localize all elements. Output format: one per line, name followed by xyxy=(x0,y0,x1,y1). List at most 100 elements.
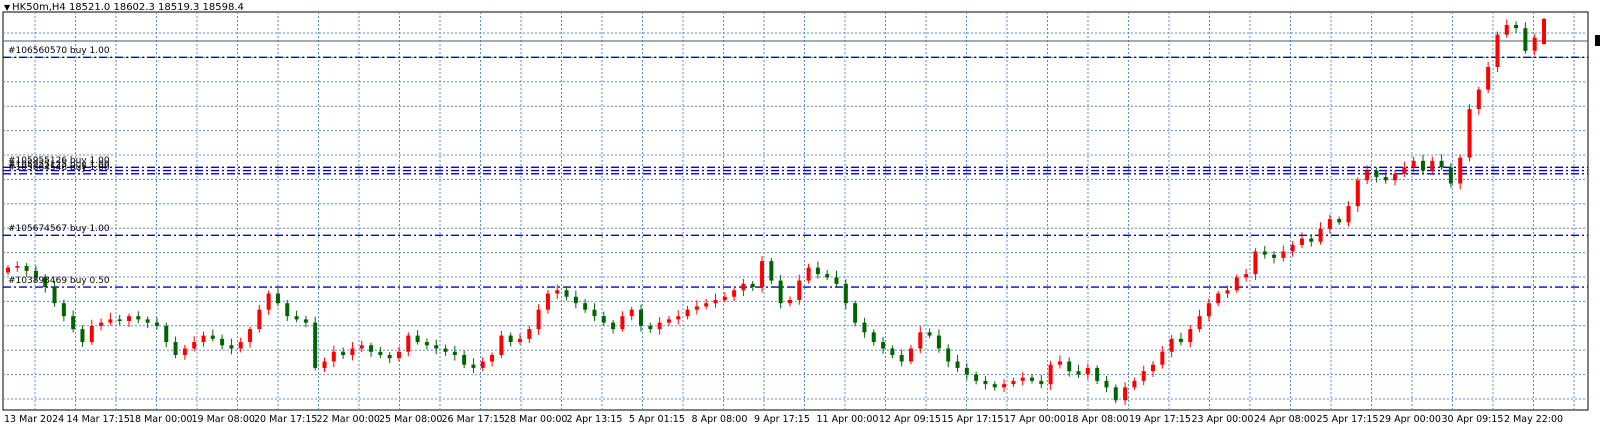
candle-body xyxy=(1030,377,1034,381)
candle-body xyxy=(583,303,588,310)
candle-body xyxy=(713,299,718,304)
order-label: #105664548 buy 1.00 xyxy=(8,162,110,173)
candle-body xyxy=(834,277,839,284)
x-axis-label: 26 Mar 17:15 xyxy=(441,414,505,425)
candle-body xyxy=(825,274,830,278)
x-axis-label: 23 Apr 00:00 xyxy=(1191,414,1254,425)
candle-body xyxy=(918,332,923,349)
x-axis-label: 17 Apr 00:00 xyxy=(1004,414,1066,425)
candle-body xyxy=(1225,290,1230,294)
x-axis-label: 9 Apr 17:15 xyxy=(754,414,810,425)
candle-body xyxy=(1206,303,1211,317)
candle-body xyxy=(1151,364,1156,372)
candle xyxy=(769,257,774,285)
candle-body xyxy=(1299,238,1304,245)
candle-body xyxy=(266,293,271,310)
candle-body xyxy=(1439,160,1444,168)
candle-body xyxy=(490,354,495,362)
candle-body xyxy=(1188,329,1193,343)
candle-body xyxy=(480,361,485,368)
candle-body xyxy=(629,309,634,317)
x-axis-label: 2 Apr 13:15 xyxy=(566,414,623,425)
candle-body xyxy=(1318,228,1323,242)
candle-body xyxy=(676,316,681,320)
caret-down-icon[interactable]: ▼ xyxy=(4,3,10,12)
candle-body xyxy=(1011,380,1016,385)
x-axis-label: 18 Mar 00:00 xyxy=(129,414,193,425)
candle-body xyxy=(946,348,951,362)
candle-body xyxy=(1542,18,1546,45)
candle-body xyxy=(806,267,811,281)
x-axis-label: 18 Apr 08:00 xyxy=(1066,414,1129,425)
candle-body xyxy=(797,280,802,300)
candle-body xyxy=(815,267,820,275)
candle-body xyxy=(964,367,969,375)
order-label: #106560570 buy 1.00 xyxy=(8,46,110,57)
candle-body xyxy=(1495,34,1500,68)
candle-body xyxy=(1365,170,1370,181)
candle-body xyxy=(1234,277,1239,291)
candle-body xyxy=(1448,167,1453,184)
candle-body xyxy=(80,329,85,343)
chart-title-text: HK50m,H4 18521.0 18602.3 18519.3 18598.4 xyxy=(12,2,244,13)
candle-body xyxy=(173,342,178,355)
candle-body xyxy=(1402,167,1407,174)
candle-body xyxy=(1486,67,1491,90)
candle xyxy=(1495,31,1500,73)
candle-body xyxy=(899,354,904,362)
candle-body xyxy=(396,351,401,359)
candle-body xyxy=(452,351,457,355)
candle-body xyxy=(1523,28,1528,51)
candle-body xyxy=(1420,160,1425,171)
candle-body xyxy=(890,348,895,355)
candle-body xyxy=(1057,361,1062,365)
candle-body xyxy=(974,374,979,381)
candle-body xyxy=(1281,251,1286,258)
candle-body xyxy=(1169,338,1174,352)
candle-body xyxy=(313,322,318,368)
candle-body xyxy=(1048,364,1053,385)
x-axis-label: 22 Mar 00:00 xyxy=(316,414,380,425)
candle-body xyxy=(787,299,792,304)
candle-body xyxy=(294,316,299,320)
candle-body xyxy=(136,316,141,320)
candle-body xyxy=(1355,180,1360,207)
candle-body xyxy=(1104,380,1109,388)
candle-body xyxy=(1383,177,1388,181)
candle-body xyxy=(117,319,122,322)
x-axis-label: 12 Apr 09:15 xyxy=(879,414,941,425)
candle-body xyxy=(955,361,960,368)
candle-body xyxy=(843,283,848,304)
candle-body xyxy=(1076,371,1081,375)
candle-body xyxy=(154,322,159,326)
candle-body xyxy=(1178,338,1183,343)
candle-body xyxy=(694,306,699,310)
candle xyxy=(1542,17,1546,45)
candle-body xyxy=(555,290,560,294)
x-axis-label: 11 Apr 00:00 xyxy=(816,414,879,425)
candle-body xyxy=(592,309,597,317)
candle-body xyxy=(1113,387,1118,401)
candle-body xyxy=(927,332,932,336)
candle xyxy=(313,316,318,371)
chart-window[interactable]: ▼ HK50m,H4 18521.0 18602.3 18519.3 18598.… xyxy=(0,0,1604,430)
candle-body xyxy=(760,261,765,288)
x-axis-label: 30 Apr 09:15 xyxy=(1441,414,1504,425)
candle-body xyxy=(415,335,420,343)
candle-body xyxy=(564,290,569,297)
candle-body xyxy=(248,329,253,343)
candle-body xyxy=(545,293,550,310)
price-chart[interactable] xyxy=(0,0,1604,430)
candle-body xyxy=(536,309,541,330)
candle-body xyxy=(983,380,988,385)
candle-body xyxy=(1244,274,1249,278)
candle-body xyxy=(406,335,411,352)
candle-body xyxy=(434,345,439,349)
candle-body xyxy=(1337,219,1342,223)
candle-body xyxy=(182,348,187,355)
candle-body xyxy=(1393,173,1398,181)
candle-body xyxy=(1514,24,1519,29)
candle-body xyxy=(862,322,867,333)
candle-body xyxy=(1504,24,1509,35)
candle-body xyxy=(499,335,504,355)
